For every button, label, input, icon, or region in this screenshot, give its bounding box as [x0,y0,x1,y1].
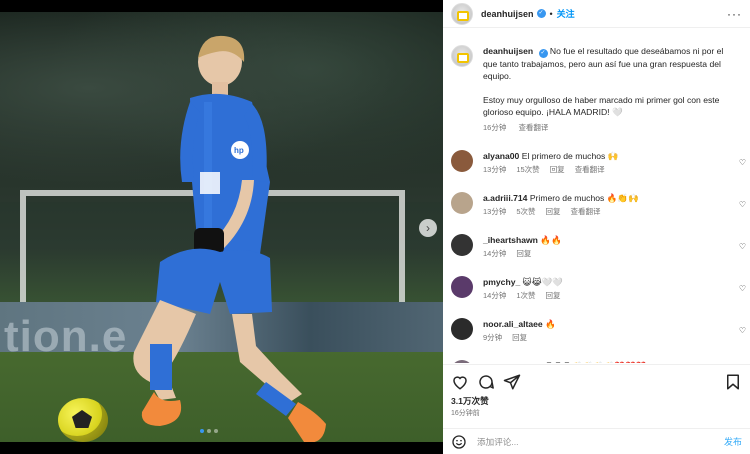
comment-reply-link[interactable]: 回复 [512,333,527,342]
post-side-panel: deanhuijsen ✓ • 关注 ··· deanhuijsen ✓ No … [443,0,750,454]
carousel-dot [214,429,218,433]
comment-likes[interactable]: 5次赞 [516,207,535,216]
comment-list: alyana00 El primero de muchos 🙌 13分钟 15次赞回… [443,150,750,363]
post-actions: 3.1万次赞 16分钟前 发布 [443,364,750,454]
share-send-icon[interactable] [503,373,521,391]
instagram-post-modal: tion.e hp › deanhuijsen ✓ • 关注 ··· deanh… [0,0,750,454]
comment-body: a.adriii.714 Primero de muchos 🔥👏🙌 13分钟 5次… [483,192,723,218]
comment-meta: 9分钟 回复 [483,332,723,344]
post-header: deanhuijsen ✓ • 关注 ··· [443,0,750,28]
carousel-dots [200,429,218,433]
comment-text: Primero de muchos 🔥👏🙌 [529,193,639,203]
comment-reply-link[interactable]: 回复 [546,207,561,216]
caption-text-2: Estoy muy orgulloso de haber marcado mi … [483,95,720,117]
comment-bubble-icon[interactable] [477,373,495,391]
comment-meta: 13分钟 15次赞 回复 查看翻译 [483,164,723,176]
caption-username[interactable]: deanhuijsen [483,46,533,56]
comment-likes[interactable]: 1次赞 [516,291,535,300]
comments-scroll-area[interactable]: deanhuijsen ✓ No fue el resultado que de… [443,29,750,363]
post-photo[interactable]: tion.e hp [0,12,443,442]
caption-translate-link[interactable]: 查看翻译 [518,123,548,132]
comment-time: 14分钟 [483,291,507,300]
more-options-icon[interactable]: ··· [727,7,742,21]
commenter-avatar[interactable] [451,360,473,363]
comment-body: _lady_roses_s 😍😍😍👏👏👏👏❤️❤️❤️ [483,360,723,363]
post-timestamp: 16分钟前 [451,410,480,417]
commenter-username[interactable]: _lady_roses_s [483,361,542,363]
comment-input[interactable] [477,436,724,447]
bookmark-icon[interactable] [724,373,742,391]
comment-like-heart-icon[interactable]: ♡ [739,326,746,335]
commenter-username[interactable]: alyana00 [483,151,519,161]
author-avatar[interactable] [451,2,473,25]
comment-like-heart-icon[interactable]: ♡ [739,158,746,167]
caption-meta: 16分钟 查看翻译 [483,122,738,134]
action-icons [443,365,750,393]
commenter-username[interactable]: a.adriii.714 [483,193,527,203]
comment-body: noor.ali_altaee 🔥 9分钟 回复 [483,318,723,344]
svg-text:hp: hp [234,146,244,155]
post-caption: deanhuijsen ✓ No fue el resultado que de… [443,29,750,134]
comment-reply-link[interactable]: 回复 [550,165,565,174]
add-comment-bar: 发布 [443,428,750,454]
like-heart-icon[interactable] [451,373,469,391]
comment-text: El primero de muchos 🙌 [521,151,619,161]
post-media: tion.e hp › [0,0,443,454]
comment-time: 9分钟 [483,333,503,342]
comment-item: a.adriii.714 Primero de muchos 🔥👏🙌 13分钟 5次… [443,192,750,218]
commenter-avatar[interactable] [451,276,473,298]
separator-dot: • [549,8,553,19]
commenter-avatar[interactable] [451,192,473,214]
comment-text: 😍😍😍👏👏👏👏❤️❤️❤️ [545,361,647,363]
comment-likes[interactable]: 15次赞 [516,165,539,174]
comment-reply-link[interactable]: 回复 [546,291,561,300]
likes-count[interactable]: 3.1万次赞 [443,393,750,407]
comment-body: alyana00 El primero de muchos 🙌 13分钟 15次赞 回… [483,150,723,176]
comment-like-heart-icon[interactable]: ♡ [739,242,746,251]
football [58,398,108,442]
comment-translate-link[interactable]: 查看翻译 [575,165,605,174]
comment-meta: 14分钟 回复 [483,248,723,260]
caption-author-avatar[interactable] [451,45,473,67]
verified-badge-icon: ✓ [536,9,546,18]
comment-translate-link[interactable]: 查看翻译 [571,207,601,216]
comment-like-heart-icon[interactable]: ♡ [739,200,746,209]
comment-item: alyana00 El primero de muchos 🙌 13分钟 15次赞 回… [443,150,750,176]
commenter-avatar[interactable] [451,318,473,340]
comment-meta: 13分钟 5次赞 回复 查看翻译 [483,206,723,218]
comment-item: noor.ali_altaee 🔥 9分钟 回复 ♡ [443,318,750,344]
comment-item: _lady_roses_s 😍😍😍👏👏👏👏❤️❤️❤️♡ [443,360,750,363]
caption-time: 16分钟 [483,123,507,132]
player-figure: hp [133,35,326,442]
author-username[interactable]: deanhuijsen [481,9,534,19]
comment-body: pmychy_ 😺😹🤍🤍 14分钟 1次赞 回复 [483,276,723,302]
verified-badge-icon: ✓ [538,49,548,58]
comment-text: 😺😹🤍🤍 [522,277,564,287]
commenter-username[interactable]: pmychy_ [483,277,520,287]
comment-meta: 14分钟 1次赞 回复 [483,290,723,302]
follow-button[interactable]: 关注 [557,7,575,20]
comment-item: pmychy_ 😺😹🤍🤍 14分钟 1次赞 回复 ♡ [443,276,750,302]
commenter-username[interactable]: noor.ali_altaee [483,319,543,329]
comment-text: 🔥 [545,319,556,329]
comment-time: 13分钟 [483,207,507,216]
comment-reply-link[interactable]: 回复 [516,249,531,258]
comment-text: 🔥🔥 [540,235,562,245]
next-image-button[interactable]: › [419,219,437,237]
commenter-avatar[interactable] [451,150,473,172]
commenter-avatar[interactable] [451,234,473,256]
carousel-dot [207,429,211,433]
comment-time: 14分钟 [483,249,507,258]
emoji-smiley-icon[interactable] [451,434,467,450]
comment-item: _iheartshawn 🔥🔥 14分钟 回复 ♡ [443,234,750,260]
post-comment-button[interactable]: 发布 [724,435,742,448]
comment-time: 13分钟 [483,165,507,174]
comment-body: _iheartshawn 🔥🔥 14分钟 回复 [483,234,723,260]
comment-like-heart-icon[interactable]: ♡ [739,284,746,293]
commenter-username[interactable]: _iheartshawn [483,235,538,245]
carousel-dot-active [200,429,204,433]
